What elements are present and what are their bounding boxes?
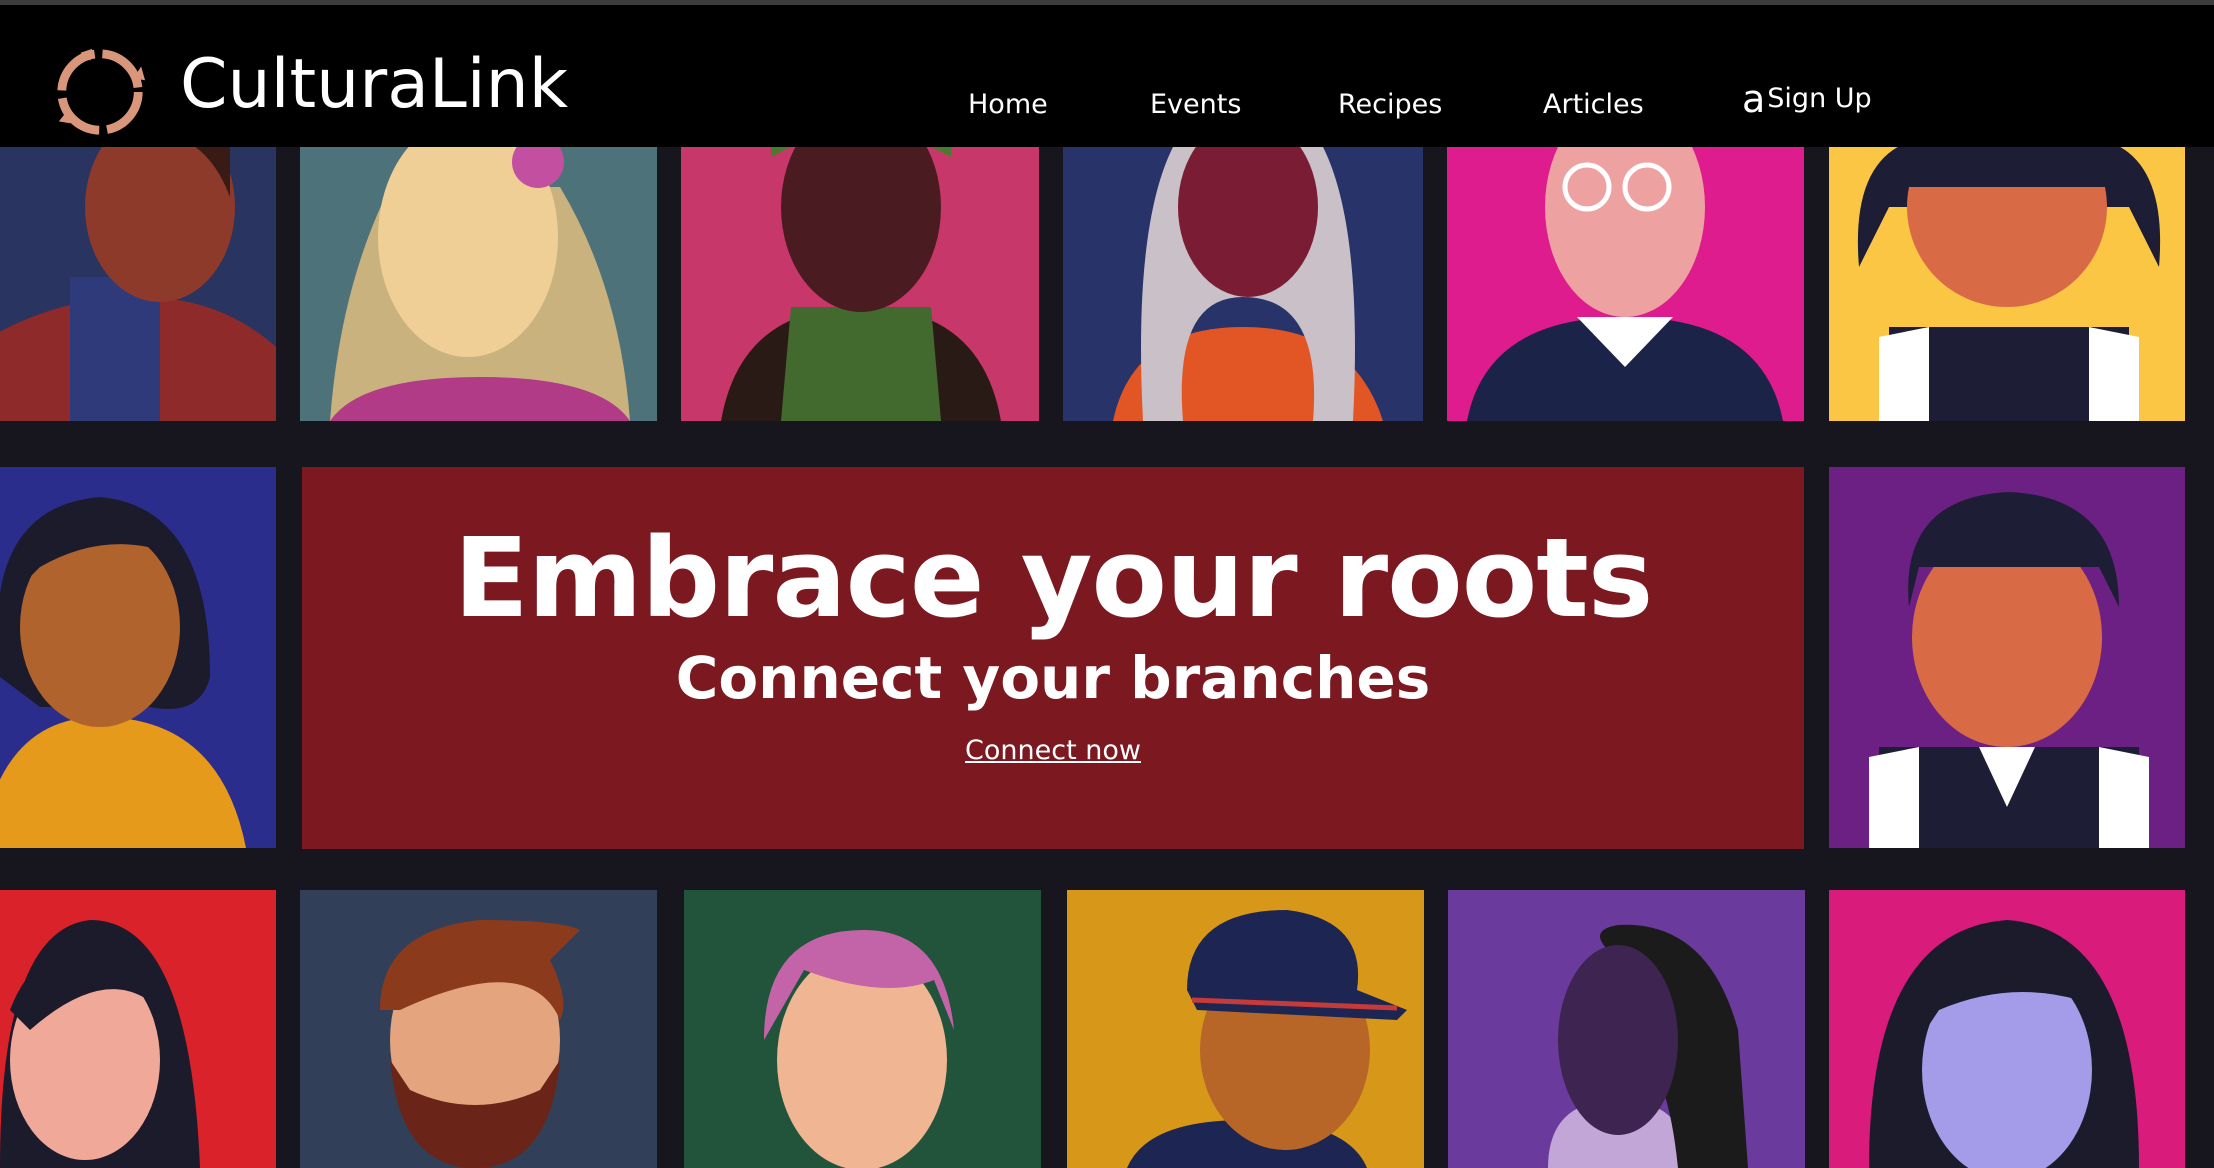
avatar-tile-10 <box>300 890 657 1168</box>
avatar-tile-3 <box>681 147 1039 421</box>
avatar-tile-7 <box>0 467 276 848</box>
nav-events-link[interactable]: Events <box>1150 88 1241 122</box>
avatar-tile-1 <box>0 147 276 421</box>
hero-banner: Embrace your roots Connect your branches… <box>302 467 1804 849</box>
circular-arrows-icon[interactable] <box>51 43 149 141</box>
avatar-tile-5 <box>1447 147 1804 421</box>
signup-label: Sign Up <box>1767 83 1872 114</box>
avatar-tile-13 <box>1448 890 1805 1168</box>
hero-subtitle: Connect your branches <box>675 644 1431 712</box>
avatar-tile-4 <box>1063 147 1423 421</box>
nav-articles-link[interactable]: Articles <box>1543 88 1644 122</box>
nav-recipes-link[interactable]: Recipes <box>1338 88 1442 122</box>
hero-title: Embrace your roots <box>453 514 1654 642</box>
navbar: CulturaLink Home Events Recipes Articles… <box>0 5 2214 147</box>
avatar-tile-2 <box>300 147 657 421</box>
avatar-tile-9 <box>0 890 276 1168</box>
avatar-tile-12 <box>1067 890 1424 1168</box>
nav-home-link[interactable]: Home <box>968 88 1048 122</box>
nav-signup-link[interactable]: a Sign Up <box>1742 77 1872 121</box>
avatar-tile-8 <box>1829 467 2185 848</box>
signup-icon: a <box>1742 77 1766 121</box>
avatar-tile-11 <box>684 890 1041 1168</box>
connect-now-link[interactable]: Connect now <box>302 734 1804 768</box>
avatar-tile-6 <box>1829 147 2185 421</box>
brand-name[interactable]: CulturaLink <box>180 45 568 125</box>
avatar-tile-14 <box>1829 890 2185 1168</box>
